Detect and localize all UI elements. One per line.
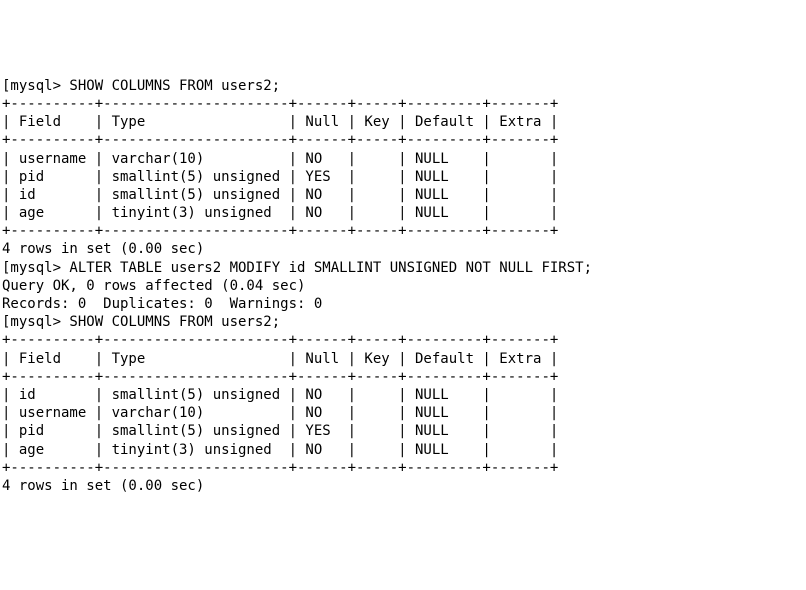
result-summary: 4 rows in set (0.00 sec) [2,240,804,258]
table-row: | age | tinyint(3) unsigned | NO | | NUL… [2,204,804,222]
table-row: | age | tinyint(3) unsigned | NO | | NUL… [2,441,804,459]
table-row: | id | smallint(5) unsigned | NO | | NUL… [2,186,804,204]
mysql-command[interactable]: [mysql> SHOW COLUMNS FROM users2; [2,77,804,95]
mysql-command[interactable]: [mysql> ALTER TABLE users2 MODIFY id SMA… [2,259,804,277]
table-row: | username | varchar(10) | NO | | NULL |… [2,150,804,168]
table-header-row: | Field | Type | Null | Key | Default | … [2,113,804,131]
table-border: +----------+----------------------+-----… [2,222,804,240]
result-text: Query OK, 0 rows affected (0.04 sec) [2,277,804,295]
table-border: +----------+----------------------+-----… [2,368,804,386]
table-border: +----------+----------------------+-----… [2,131,804,149]
table-row: | pid | smallint(5) unsigned | YES | | N… [2,168,804,186]
terminal-output: [mysql> SHOW COLUMNS FROM users2;+------… [2,77,804,495]
table-border: +----------+----------------------+-----… [2,331,804,349]
table-border: +----------+----------------------+-----… [2,95,804,113]
table-row: | username | varchar(10) | NO | | NULL |… [2,404,804,422]
mysql-command[interactable]: [mysql> SHOW COLUMNS FROM users2; [2,313,804,331]
result-summary-cut: 4 rows in set (0.00 sec) [2,477,804,495]
table-border: +----------+----------------------+-----… [2,459,804,477]
table-row: | id | smallint(5) unsigned | NO | | NUL… [2,386,804,404]
table-row: | pid | smallint(5) unsigned | YES | | N… [2,422,804,440]
result-text: Records: 0 Duplicates: 0 Warnings: 0 [2,295,804,313]
table-header-row: | Field | Type | Null | Key | Default | … [2,350,804,368]
